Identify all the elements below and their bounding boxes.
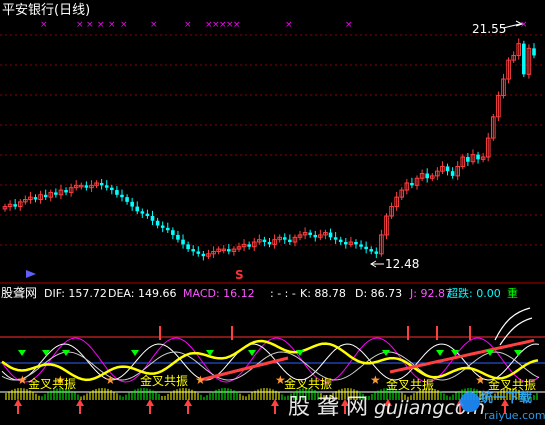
candle-body (338, 239, 343, 243)
watermark-site-cn: 股 聋 网 (288, 395, 368, 420)
signal-x-marker: × (120, 20, 128, 30)
star-marker: ★ (17, 373, 28, 387)
candle-body (186, 244, 190, 250)
candle-body (288, 239, 292, 243)
candle-body (343, 242, 348, 245)
candle-body (466, 156, 470, 162)
candle-body (354, 242, 358, 245)
candle-body (135, 206, 140, 212)
candle-body (450, 171, 455, 176)
candle-body (181, 239, 185, 245)
signal-label: 金叉共振 (284, 376, 332, 391)
k-readout: K: 88.78 (300, 287, 346, 300)
candle-body (130, 201, 134, 207)
sell-s-marker: S (235, 268, 244, 282)
signal-label: 金叉共振 (386, 377, 434, 392)
signal-x-marker: × (40, 20, 48, 30)
chart-title: 平安银行(日线) (2, 3, 90, 18)
logo-disc-icon (460, 392, 480, 412)
signal-x-marker: × (86, 20, 94, 30)
macd-readout: MACD: 16.12 (183, 287, 255, 300)
signal-x-marker: × (345, 20, 353, 30)
candle-body (201, 253, 206, 257)
separator-readout: : - : - (270, 287, 296, 300)
candle-body (267, 242, 272, 245)
candle-body (125, 197, 129, 202)
candle-body (282, 237, 287, 240)
candle-body (532, 48, 536, 56)
signal-label: 金叉共振 (140, 373, 188, 388)
candle-body (104, 185, 109, 188)
star-marker: ★ (195, 373, 206, 387)
candle-body (364, 246, 368, 250)
candle-body (120, 194, 124, 198)
candle-body (13, 204, 17, 207)
candle-body (145, 213, 150, 217)
d-readout: D: 86.73 (355, 287, 402, 300)
candle-body (227, 249, 231, 252)
candle-body (308, 232, 312, 235)
signal-x-marker: × (150, 20, 158, 30)
candle-body (445, 166, 450, 172)
signal-x-marker: × (184, 20, 192, 30)
candle-body (150, 216, 155, 221)
candle-body (115, 190, 119, 195)
indicator-name: 股聋网 (1, 285, 37, 300)
signal-x-marker: × (76, 20, 84, 30)
candle-body (369, 249, 374, 252)
candle-body (140, 211, 145, 214)
candle-body (160, 225, 165, 228)
watermark-logo-cn: 统一下载 (480, 390, 532, 406)
candle-body (54, 192, 58, 195)
candle-body (64, 190, 68, 193)
candle-body (196, 251, 201, 254)
candle-body (476, 154, 480, 160)
signal-x-marker: × (97, 20, 105, 30)
star-marker: ★ (370, 373, 381, 387)
j-readout: J: 92.87 (409, 287, 452, 300)
candle-body (262, 239, 267, 243)
signal-label: 金叉共振 (488, 377, 536, 392)
candle-body (313, 234, 318, 238)
candle-body (359, 244, 363, 247)
signal-x-marker: × (520, 20, 528, 30)
heavy-readout: 重 (507, 286, 518, 300)
signal-x-marker: × (108, 20, 116, 30)
candle-body (155, 220, 160, 226)
candle-body (99, 182, 104, 186)
star-marker: ★ (475, 373, 486, 387)
chart-canvas: × × × × × × × × × × × × × × × × 平安银行(日线) 21.55 12.48 S … (0, 0, 545, 425)
dea-readout: DEA: 149.66 (108, 287, 176, 300)
candle-body (425, 173, 429, 179)
candle-body (84, 185, 89, 188)
candle-body (33, 197, 38, 200)
candle-body (333, 237, 338, 240)
candle-body (328, 232, 333, 238)
candle-body (410, 182, 414, 186)
candle-body (191, 249, 196, 252)
signal-x-marker: × (233, 20, 241, 30)
candle-body (374, 251, 379, 254)
dif-readout: DIF: 157.72 (44, 287, 107, 300)
high-price-label: 21.55 (472, 22, 506, 36)
candle-body (176, 234, 180, 240)
signal-x-marker: × (285, 20, 293, 30)
watermark-logo-en: raiyue.com (484, 409, 545, 422)
candle-body (171, 230, 175, 235)
candle-body (165, 227, 170, 231)
signal-label: 金叉共振 (28, 376, 76, 391)
star-marker: ★ (105, 373, 116, 387)
overdrop-readout: 超跌: 0.00 (447, 286, 501, 300)
candle-body (522, 43, 526, 75)
candle-body (43, 194, 48, 198)
low-price-label: 12.48 (385, 257, 419, 271)
candle-body (247, 244, 251, 247)
candle-body (110, 187, 114, 191)
